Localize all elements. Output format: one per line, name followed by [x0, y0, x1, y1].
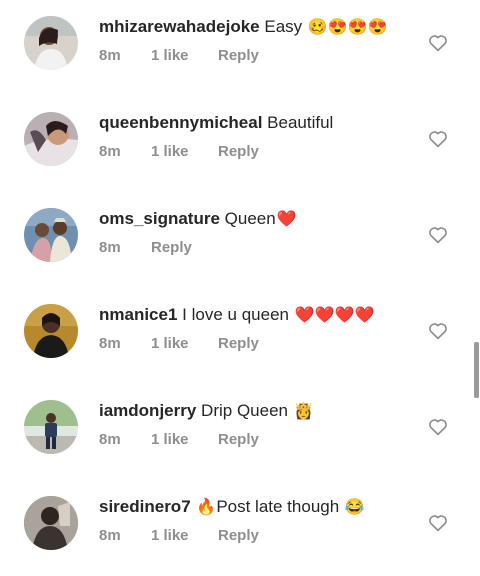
- avatar-woman-icon: [24, 112, 78, 166]
- comment-emoji: ❤️❤️❤️❤️: [294, 307, 375, 324]
- avatar-woman-icon: [24, 16, 78, 70]
- comment-line: siredinero7 🔥Post late though 😂: [99, 496, 365, 519]
- comment-meta: 8m Reply: [99, 238, 192, 258]
- avatar[interactable]: [24, 208, 78, 262]
- comment-likes[interactable]: 1 like: [151, 46, 218, 66]
- avatar[interactable]: [24, 304, 78, 358]
- reply-button[interactable]: Reply: [218, 334, 259, 354]
- comment-text: Beautiful: [267, 113, 334, 132]
- comment-prefix-emoji: 🔥: [196, 499, 217, 516]
- avatar[interactable]: [24, 400, 78, 454]
- comment-time: 8m: [99, 143, 121, 160]
- reply-button[interactable]: Reply: [218, 142, 259, 162]
- comment-likes[interactable]: 1 like: [151, 430, 218, 450]
- avatar-man-icon: [24, 400, 78, 454]
- comment-meta: 8m 1 like Reply: [99, 526, 259, 546]
- comment-line: mhizarewahadejoke Easy 🥴😍😍😍: [99, 16, 388, 39]
- comment-text: Post late though: [216, 497, 340, 516]
- comment-text: I love u queen: [182, 305, 289, 324]
- comment-likes[interactable]: 1 like: [151, 526, 218, 546]
- comment-line: iamdonjerry Drip Queen 👸: [99, 400, 314, 423]
- comment-meta: 8m 1 like Reply: [99, 334, 259, 354]
- comment-line: queenbennymicheal Beautiful: [99, 112, 333, 134]
- comment-meta: 8m 1 like Reply: [99, 142, 259, 162]
- comment-text: Queen: [224, 209, 276, 228]
- comment-text: Drip Queen: [201, 401, 288, 420]
- reply-button[interactable]: Reply: [218, 430, 259, 450]
- comment-username[interactable]: nmanice1: [99, 305, 177, 324]
- avatar-woman-icon: [24, 304, 78, 358]
- comment-likes[interactable]: 1 like: [151, 142, 218, 162]
- avatar[interactable]: [24, 16, 78, 70]
- comment-item: iamdonjerry Drip Queen 👸 8m 1 like Reply: [0, 384, 480, 480]
- reply-button[interactable]: Reply: [218, 46, 259, 66]
- comment-username[interactable]: mhizarewahadejoke: [99, 17, 260, 36]
- avatar[interactable]: [24, 496, 78, 550]
- comment-meta: 8m 1 like Reply: [99, 430, 259, 450]
- avatar-couple-icon: [24, 208, 78, 262]
- comment-item: oms_signature Queen❤️ 8m Reply: [0, 192, 480, 288]
- comment-line: oms_signature Queen❤️: [99, 208, 297, 231]
- avatar-man-icon: [24, 496, 78, 550]
- like-heart-icon[interactable]: [428, 322, 448, 340]
- comment-item: nmanice1 I love u queen ❤️❤️❤️❤️ 8m 1 lik…: [0, 288, 480, 384]
- comment-time: 8m: [99, 431, 121, 448]
- avatar[interactable]: [24, 112, 78, 166]
- comment-username[interactable]: siredinero7: [99, 497, 191, 516]
- comment-emoji: 🥴😍😍😍: [307, 19, 388, 36]
- comment-username[interactable]: queenbennymicheal: [99, 113, 262, 132]
- comment-time: 8m: [99, 47, 121, 64]
- comment-time: 8m: [99, 335, 121, 352]
- comment-time: 8m: [99, 239, 121, 256]
- like-heart-icon[interactable]: [428, 514, 448, 532]
- comment-time: 8m: [99, 527, 121, 544]
- comment-emoji: 👸: [293, 403, 314, 420]
- like-heart-icon[interactable]: [428, 418, 448, 436]
- comment-text: Easy: [264, 17, 303, 36]
- comment-emoji: ❤️: [276, 211, 297, 228]
- like-heart-icon[interactable]: [428, 226, 448, 244]
- like-heart-icon[interactable]: [428, 130, 448, 148]
- comment-emoji: 😂: [344, 499, 365, 516]
- comment-meta: 8m 1 like Reply: [99, 46, 259, 66]
- comment-username[interactable]: iamdonjerry: [99, 401, 196, 420]
- comment-username[interactable]: oms_signature: [99, 209, 220, 228]
- comment-line: nmanice1 I love u queen ❤️❤️❤️❤️: [99, 304, 374, 327]
- comment-item: siredinero7 🔥Post late though 😂 8m 1 like…: [0, 480, 480, 576]
- comment-item: queenbennymicheal Beautiful 8m 1 like Repl…: [0, 96, 480, 192]
- comment-item: mhizarewahadejoke Easy 🥴😍😍😍 8m 1 like Repl…: [0, 0, 480, 96]
- comment-likes[interactable]: 1 like: [151, 334, 218, 354]
- like-heart-icon[interactable]: [428, 34, 448, 52]
- reply-button[interactable]: Reply: [218, 526, 259, 546]
- reply-button[interactable]: Reply: [151, 238, 192, 258]
- scrollbar[interactable]: [474, 342, 479, 398]
